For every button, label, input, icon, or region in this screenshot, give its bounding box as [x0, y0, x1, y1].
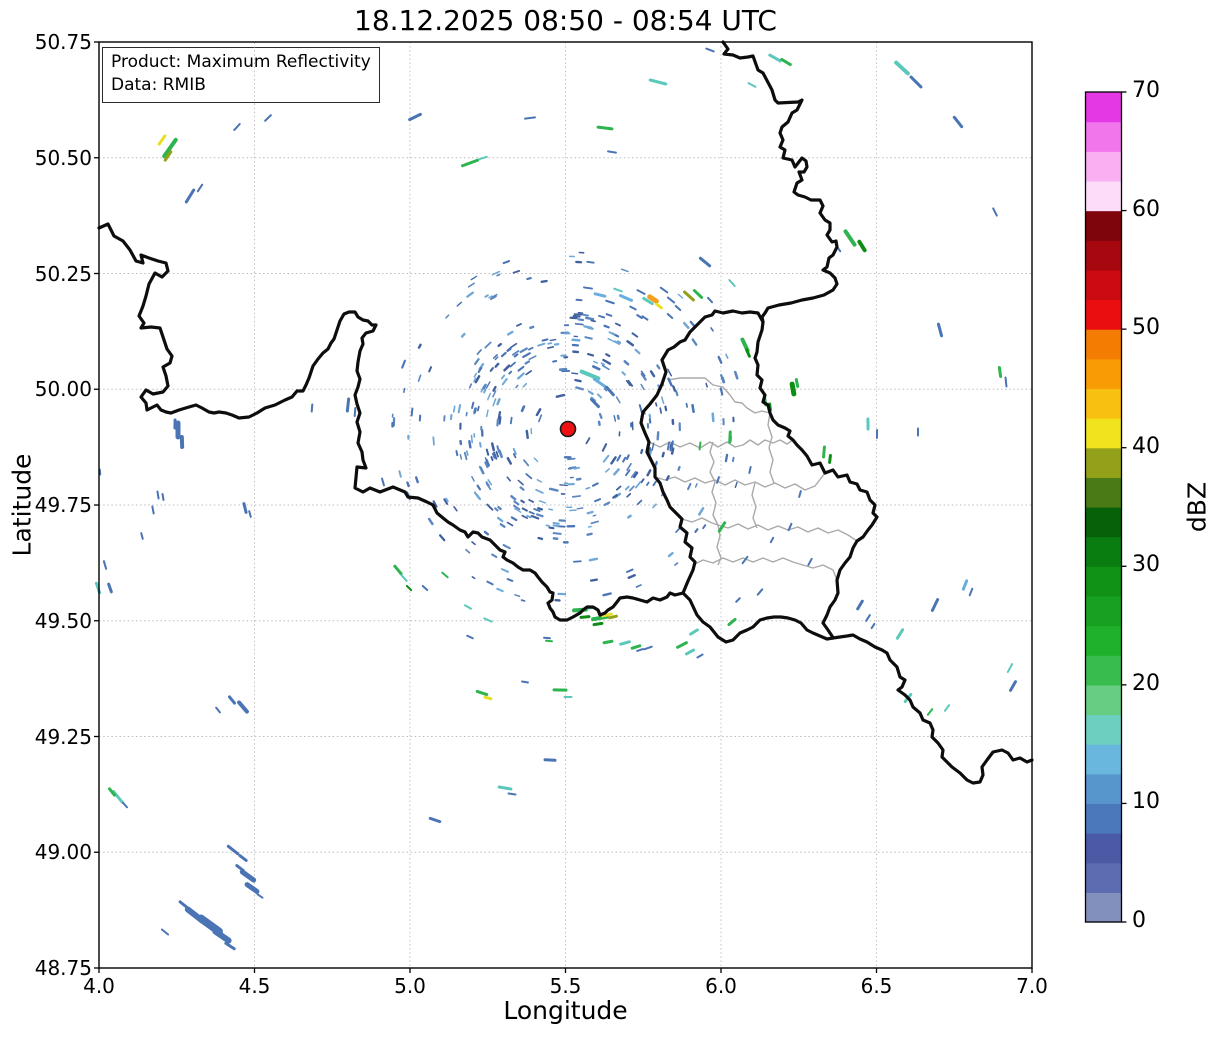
y-tick-label: 49.50	[34, 608, 92, 633]
x-tick-label: 7.0	[1016, 974, 1048, 998]
radar-figure: 18.12.2025 08:50 - 08:54 UTC Product: Ma…	[0, 0, 1219, 1040]
colorbar-tick-label: 20	[1132, 670, 1160, 696]
y-tick-label: 50.75	[34, 30, 92, 54]
colorbar-tick-label: 0	[1132, 908, 1146, 933]
colorbar-label: dBZ	[1182, 481, 1212, 533]
y-tick-label: 50.25	[34, 261, 92, 286]
colorbar-tick-label: 40	[1132, 433, 1160, 459]
x-tick-label: 5.0	[394, 974, 426, 998]
y-tick-label: 50.50	[34, 145, 92, 170]
y-tick-label: 50.00	[34, 377, 92, 402]
y-tick-label: 49.25	[34, 724, 92, 749]
y-tick-label: 49.00	[34, 840, 92, 865]
radar-site-marker	[559, 420, 577, 438]
map-canvas	[94, 40, 1127, 973]
x-axis-label: Longitude	[503, 996, 628, 1025]
x-tick-label: 6.5	[860, 974, 893, 998]
x-tick-label: 4.5	[238, 974, 271, 998]
colorbar-tick-label: 30	[1132, 552, 1160, 578]
colorbar-tick-label: 50	[1132, 315, 1160, 341]
y-tick-label: 48.75	[34, 956, 92, 980]
colorbar-tick-label: 60	[1132, 196, 1160, 222]
y-axis-label: Latitude	[7, 453, 37, 557]
x-tick-label: 6.0	[705, 974, 737, 998]
colorbar-tick-label: 70	[1132, 78, 1160, 103]
colorbar-tick-label: 10	[1132, 789, 1160, 815]
x-tick-label: 5.5	[549, 974, 582, 998]
